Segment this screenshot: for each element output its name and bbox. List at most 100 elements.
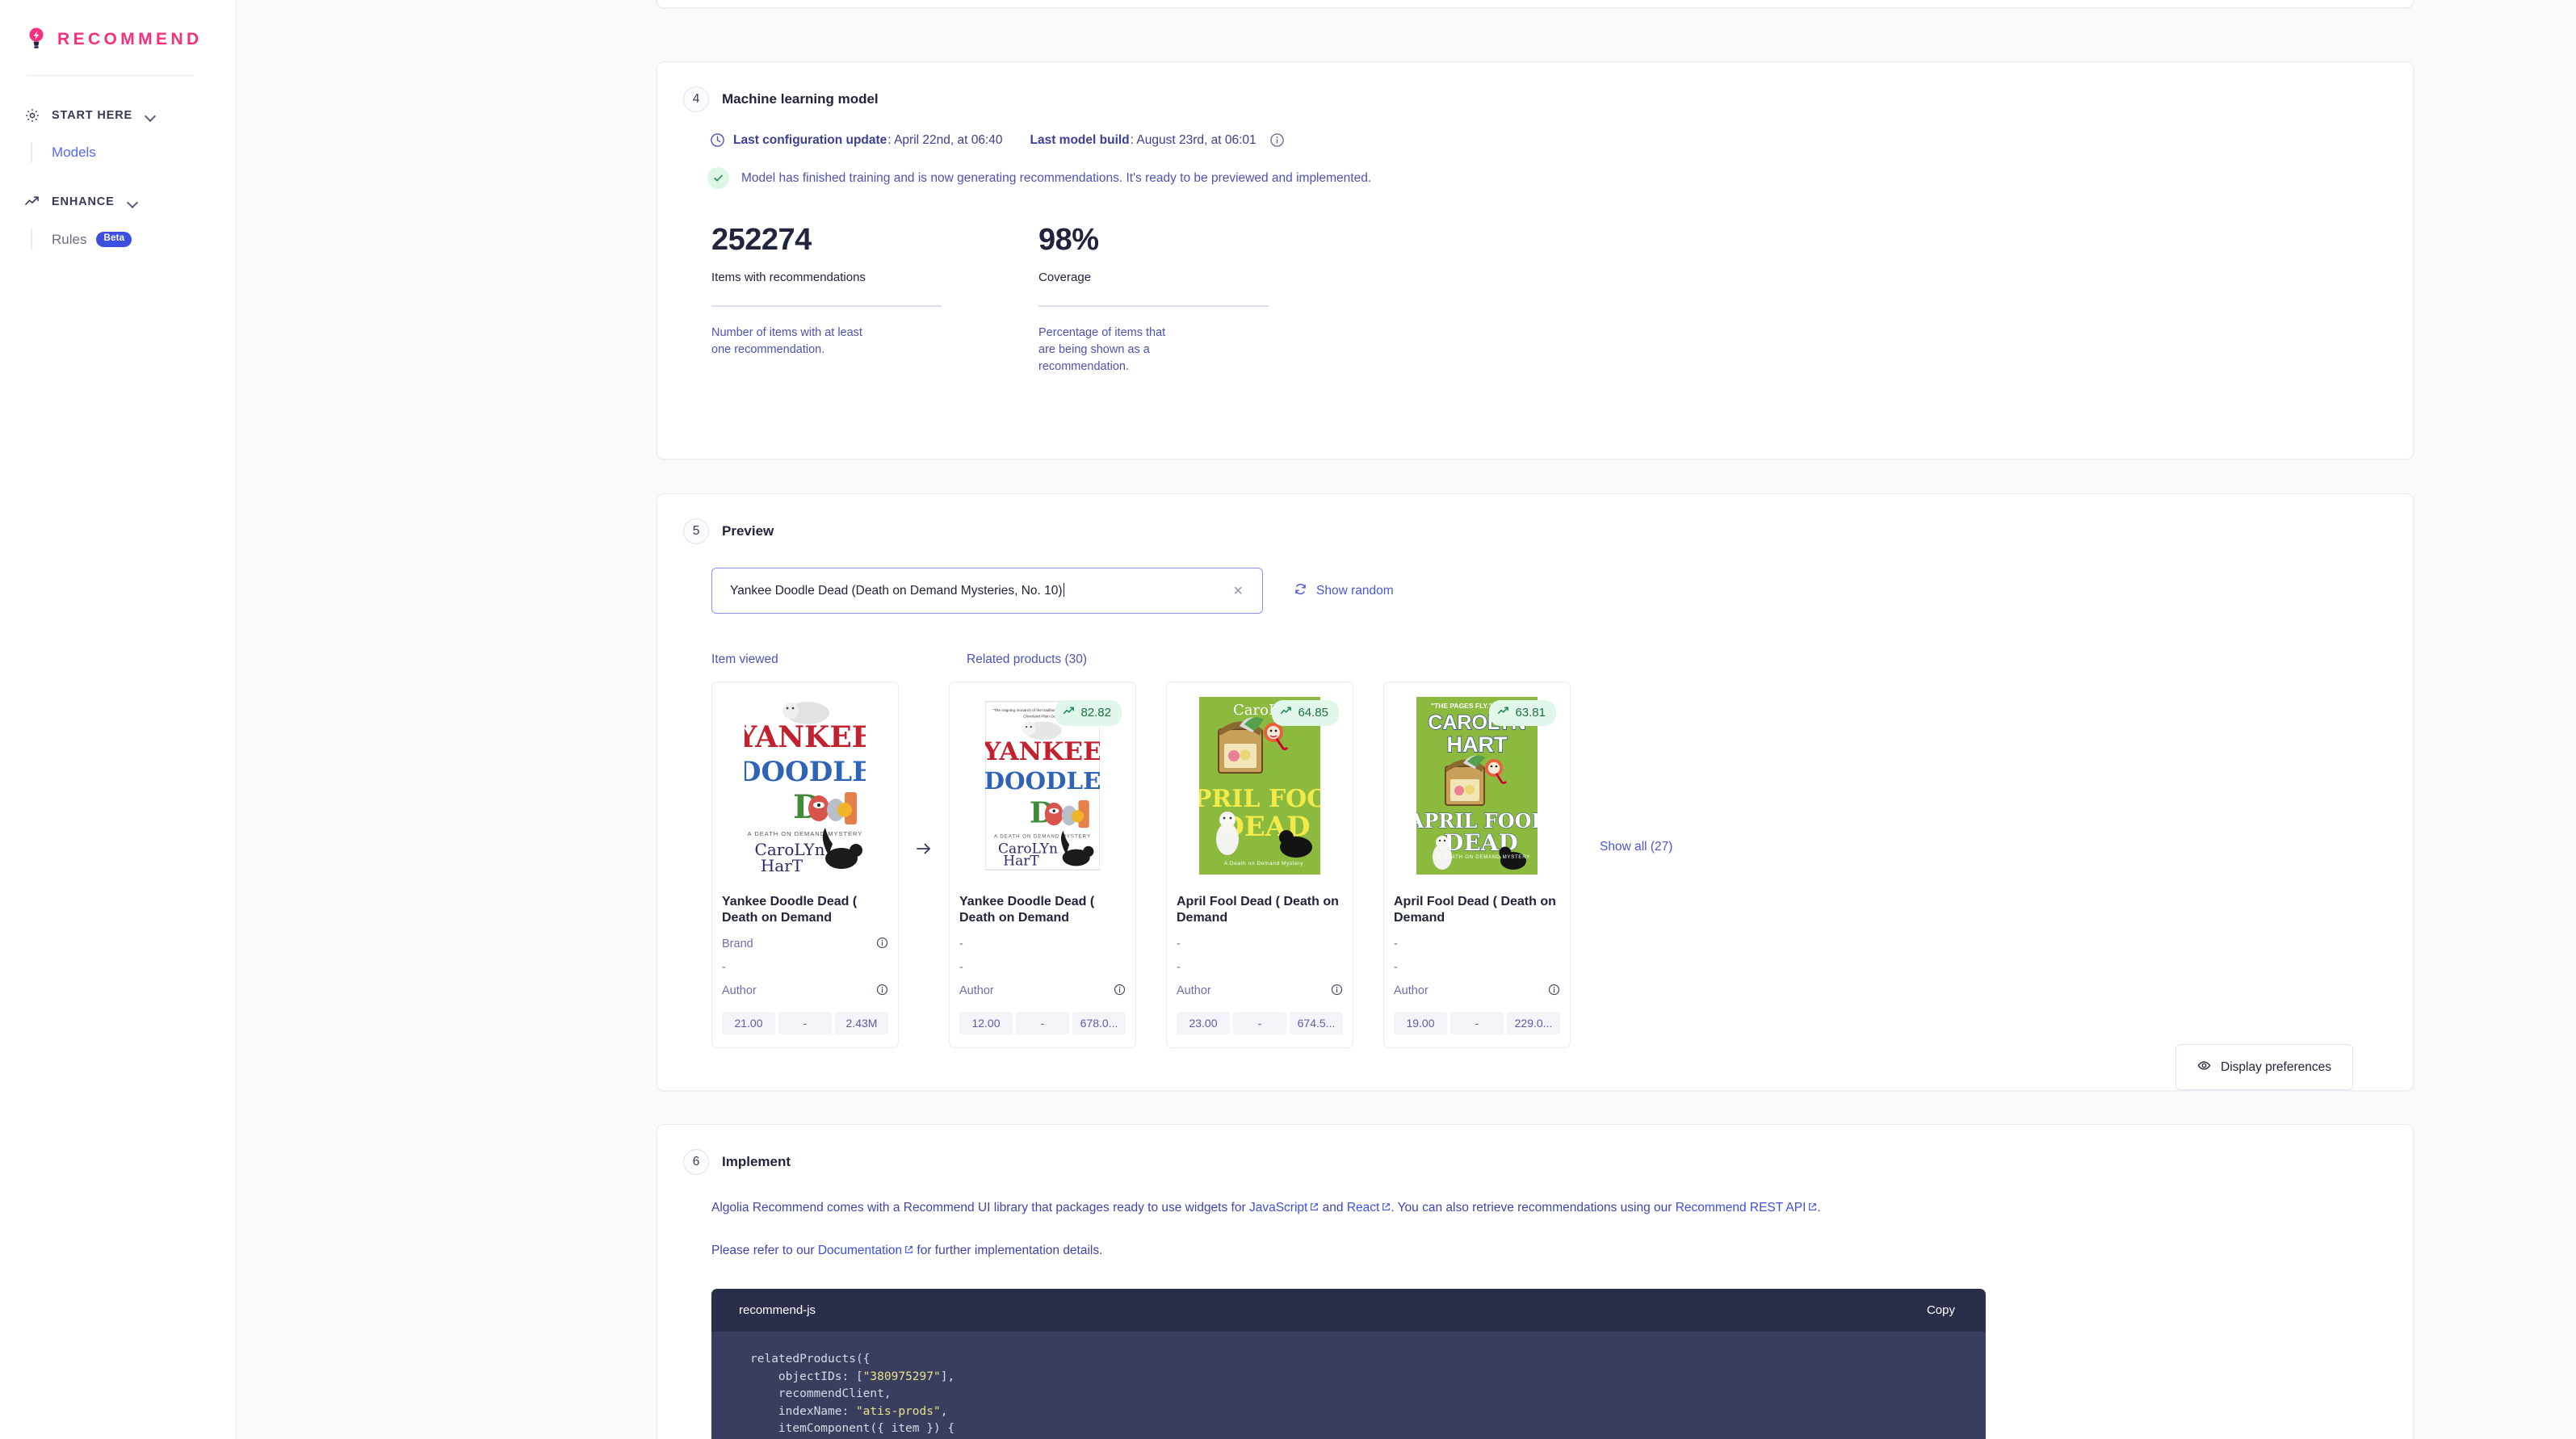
display-preferences-button[interactable]: Display preferences <box>2175 1044 2353 1090</box>
show-all-button[interactable]: Show all (27) <box>1600 682 1672 854</box>
model-timestamps: Last configuration update : April 22nd, … <box>657 132 2413 148</box>
chevron-down-icon <box>144 109 157 122</box>
attribute-label: Author <box>722 984 757 997</box>
svg-text:DOODLE: DOODLE <box>745 756 866 788</box>
sidebar-sublist-enhance: Rules Beta <box>31 229 236 250</box>
code-line: indexName: "atis-prods", <box>711 1403 1986 1420</box>
step-number: 6 <box>683 1149 709 1175</box>
product-chips: 19.00 - 229.0... <box>1394 1012 1560 1034</box>
sidebar-group-enhance: ENHANCE Rules Beta <box>0 188 236 250</box>
algolia-recommend-logo-icon <box>27 27 46 52</box>
svg-text:YANKEE: YANKEE <box>745 720 866 754</box>
code-snippet-title: recommend-js <box>739 1303 816 1318</box>
recommend-rest-api-link[interactable]: Recommend REST API <box>1676 1201 1806 1215</box>
related-product-card[interactable]: 82.82 "The reigning monarch of the tradi… <box>949 682 1136 1048</box>
sidebar-group-start-here: START HERE Models <box>0 102 236 162</box>
impl-text-d: . <box>1817 1201 1821 1215</box>
svg-text:A DEATH ON DEMAND MYSTERY: A DEATH ON DEMAND MYSTERY <box>994 833 1091 839</box>
chip: 678.0... <box>1072 1012 1126 1034</box>
related-product-card[interactable]: 64.85 CaroLYn PRIL FOO DEAD A Death on D… <box>1166 682 1353 1048</box>
chip: - <box>1450 1012 1504 1034</box>
preview-column-headers: Item viewed Related products (30) <box>657 652 2413 667</box>
javascript-link[interactable]: JavaScript <box>1249 1201 1307 1215</box>
code-string: "380975297" <box>862 1370 941 1383</box>
info-icon[interactable] <box>1548 984 1560 999</box>
attribute-label: Author <box>1394 984 1429 997</box>
product-attribute-2: - <box>1394 960 1560 975</box>
trend-icon <box>24 194 40 210</box>
code-snippet-body[interactable]: relatedProducts({ objectIDs: ["380975297… <box>711 1332 1986 1439</box>
page-title: Implement <box>722 1154 791 1169</box>
arrow-right-icon <box>899 682 949 858</box>
chip: 229.0... <box>1507 1012 1560 1034</box>
copy-button[interactable]: Copy <box>1927 1303 1955 1317</box>
product-attribute-1: - <box>959 937 1126 951</box>
info-icon[interactable] <box>1114 984 1126 999</box>
sidebar-item-rules[interactable]: Rules Beta <box>52 232 236 247</box>
close-icon[interactable]: × <box>1228 583 1248 599</box>
search-input[interactable]: Yankee Doodle Dead (Death on Demand Myst… <box>711 568 1263 614</box>
impl-text-a: Algolia Recommend comes with a Recommend… <box>711 1201 1249 1215</box>
stat-divider <box>711 305 942 307</box>
impl2-text-b: for further implementation details. <box>913 1243 1103 1257</box>
chip: 12.00 <box>959 1012 1013 1034</box>
attribute-label: Brand <box>722 938 753 950</box>
chip: 674.5... <box>1290 1012 1343 1034</box>
code-text: , <box>940 1404 948 1418</box>
stat-coverage: 98% Coverage Percentage of items that ar… <box>1038 223 1273 375</box>
sidebar-group-label: ENHANCE <box>52 195 115 208</box>
documentation-link[interactable]: Documentation <box>818 1244 902 1257</box>
product-attribute-blank: - <box>722 960 888 975</box>
machine-learning-model-card: 4 Machine learning model Last configurat… <box>657 61 2414 459</box>
check-icon <box>707 167 729 189</box>
attribute-label: Author <box>959 984 994 997</box>
sidebar-group-label: START HERE <box>52 109 133 122</box>
attribute-label: - <box>722 961 726 974</box>
column-header-related-products: Related products (30) <box>967 652 1088 666</box>
chip: - <box>1233 1012 1286 1034</box>
svg-text:"THE PAGES FLY.": "THE PAGES FLY." <box>1431 702 1492 710</box>
stat-description: Percentage of items that are being shown… <box>1038 326 1166 374</box>
info-icon[interactable] <box>876 937 888 952</box>
sidebar-group-header-start-here[interactable]: START HERE <box>0 102 236 129</box>
attribute-label: - <box>1177 938 1181 950</box>
step-number: 4 <box>683 86 709 112</box>
sidebar-item-label: Rules <box>52 231 87 247</box>
section-header-implement: 6 Implement <box>657 1125 2413 1175</box>
preview-card: 5 Preview Yankee Doodle Dead (Death on D… <box>657 493 2414 1091</box>
status-badge: 63.81 <box>1489 700 1556 726</box>
react-link[interactable]: React <box>1347 1201 1380 1215</box>
info-icon[interactable] <box>1331 984 1343 999</box>
sidebar-item-models[interactable]: Models <box>52 145 236 159</box>
chip: - <box>778 1012 832 1034</box>
chip: 2.43M <box>835 1012 888 1034</box>
model-status-row: Model has finished training and is now g… <box>657 167 2413 189</box>
stat-label: Coverage <box>1038 271 1092 284</box>
status-badge: 64.85 <box>1272 700 1339 726</box>
trend-up-icon <box>1497 705 1509 720</box>
attribute-label: - <box>1177 961 1181 974</box>
svg-text:A Death on Demand Mystery: A Death on Demand Mystery <box>1224 861 1303 866</box>
implement-paragraph-1: Algolia Recommend comes with a Recommend… <box>657 1198 1893 1219</box>
brand-logo[interactable]: RECOMMEND <box>0 0 236 52</box>
product-attribute-author: Author <box>1177 984 1343 998</box>
display-preferences-label: Display preferences <box>2221 1059 2331 1074</box>
stat-description: Number of items with at least one recomm… <box>711 326 862 357</box>
impl2-text-a: Please refer to our <box>711 1243 818 1257</box>
product-chips: 23.00 - 674.5... <box>1177 1012 1343 1034</box>
product-title: Yankee Doodle Dead ( Death on Demand <box>722 895 858 925</box>
related-product-card[interactable]: 63.81 "THE PAGES FLY." CAROLYN HART PRIL… <box>1383 682 1571 1048</box>
column-header-item-viewed: Item viewed <box>711 652 778 666</box>
item-viewed-card[interactable]: YANKEE DOODLE D A DEATH ON DEMAND MYSTER… <box>711 682 899 1048</box>
product-attribute-1: - <box>1394 937 1560 951</box>
show-random-label: Show random <box>1316 583 1394 598</box>
section-header-model: 4 Machine learning model <box>657 62 2413 112</box>
model-status-text: Model has finished training and is now g… <box>741 170 1372 185</box>
code-line: recommendClient, <box>750 1387 892 1401</box>
info-icon[interactable] <box>1269 132 1285 148</box>
sidebar-group-header-enhance[interactable]: ENHANCE <box>0 188 236 216</box>
show-random-button[interactable]: Show random <box>1294 582 1394 600</box>
sidebar-item-label: Models <box>52 145 96 160</box>
product-title: April Fool Dead ( Death on Demand <box>1394 895 1556 925</box>
info-icon[interactable] <box>876 984 888 999</box>
